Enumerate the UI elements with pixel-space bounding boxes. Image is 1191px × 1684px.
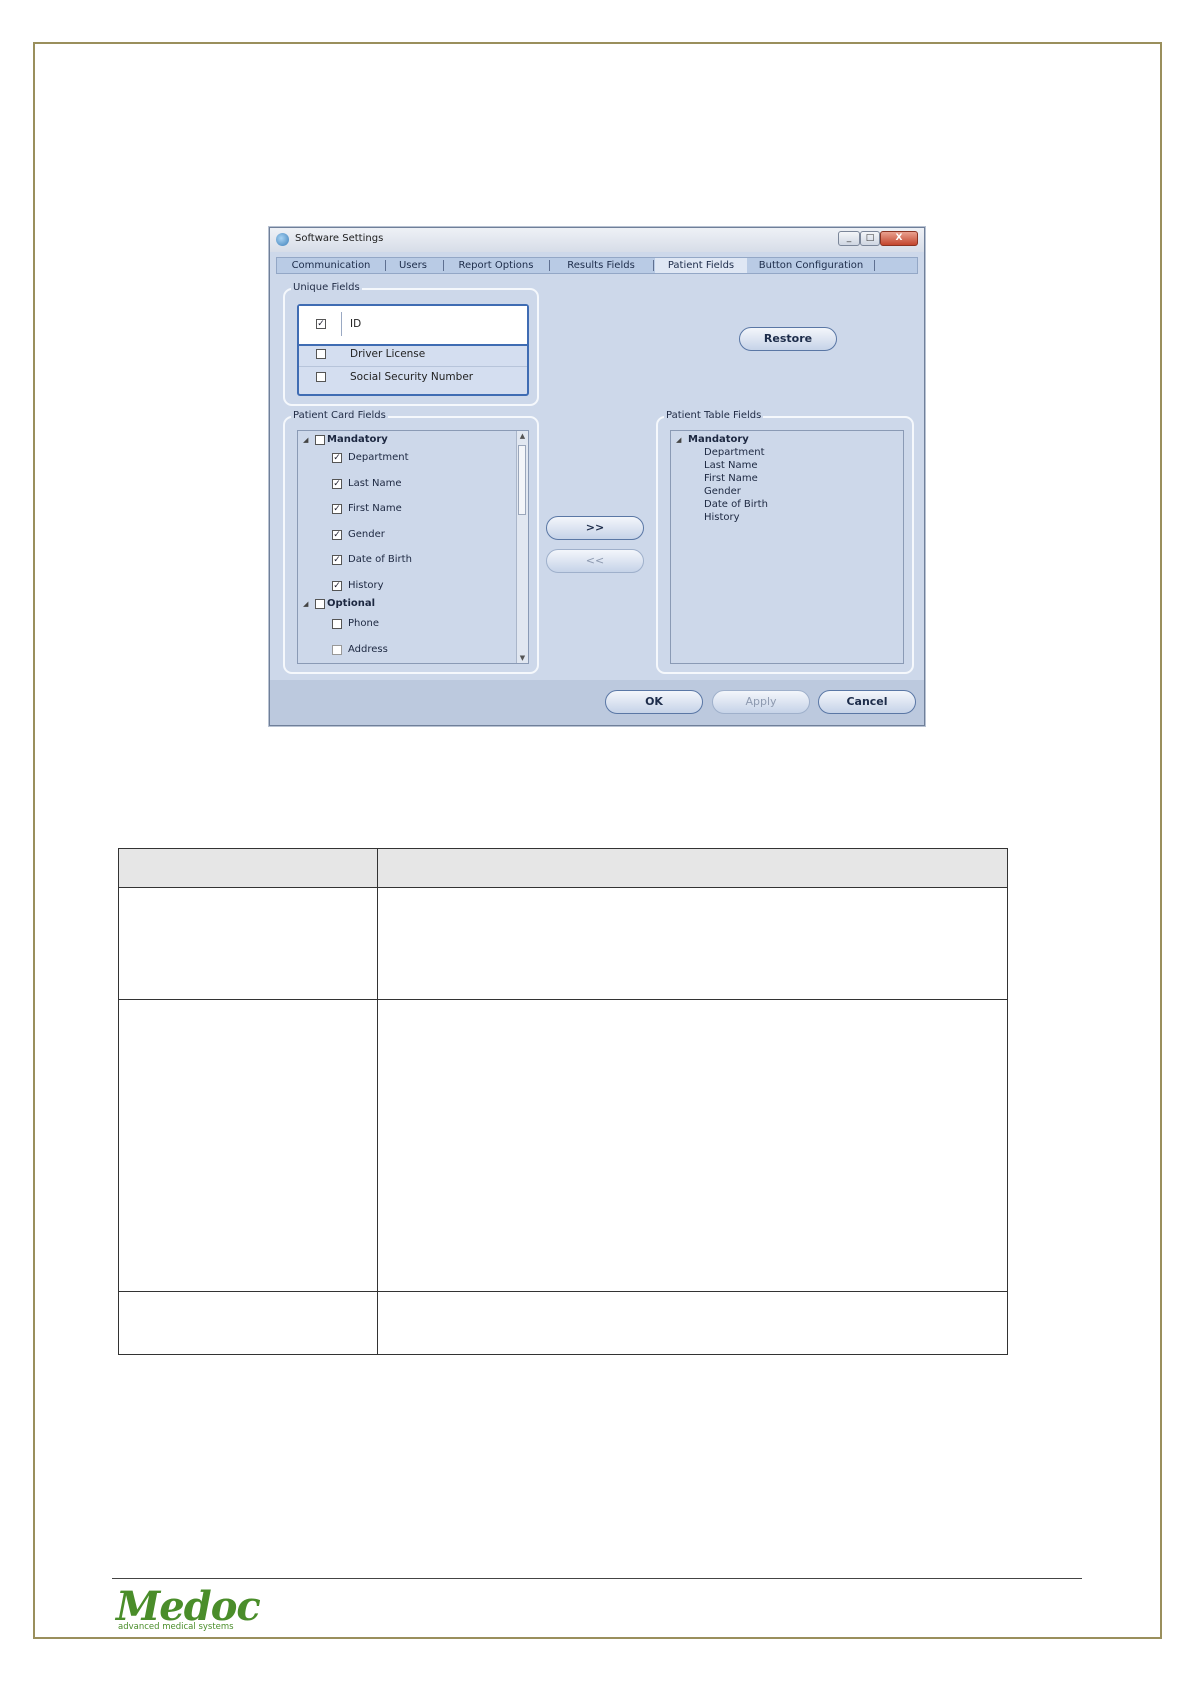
minimize-button[interactable]: _ [838, 231, 860, 246]
patient-table-fields-tree[interactable]: ◢ Mandatory Department Last Name First N… [670, 430, 904, 664]
card-field-gender: Gender [348, 529, 385, 540]
unique-field-ssn[interactable]: Social Security Number [299, 367, 527, 389]
card-field-department: Department [348, 452, 409, 463]
scroll-up-icon[interactable]: ▲ [517, 432, 528, 440]
tab-communication[interactable]: Communication [279, 258, 383, 273]
fields-description-table [118, 848, 1008, 1355]
gender-checkbox[interactable] [332, 530, 342, 540]
card-field-phone: Phone [348, 618, 379, 629]
card-field-date-of-birth: Date of Birth [348, 554, 412, 565]
tab-patient-fields[interactable]: Patient Fields [655, 258, 747, 273]
move-right-button[interactable]: >> [546, 516, 644, 540]
department-checkbox[interactable] [332, 453, 342, 463]
table-row [118, 1291, 1008, 1355]
ssn-checkbox[interactable] [316, 372, 326, 382]
last-name-checkbox[interactable] [332, 479, 342, 489]
table-cell [377, 887, 1008, 1000]
footer-divider [112, 1578, 1082, 1579]
apply-button[interactable]: Apply [712, 690, 810, 714]
table-header-cell [118, 848, 378, 888]
unique-field-id[interactable]: ID [299, 306, 527, 346]
table-cell [118, 999, 378, 1292]
table-cell [377, 999, 1008, 1292]
card-field-history: History [348, 580, 384, 591]
tab-results-fields[interactable]: Results Fields [551, 258, 651, 273]
phone-checkbox[interactable] [332, 619, 342, 629]
table-mandatory-label: Mandatory [688, 434, 749, 445]
mandatory-checkbox[interactable] [315, 435, 325, 445]
table-field-gender: Gender [704, 486, 741, 497]
restore-button[interactable]: Restore [739, 327, 837, 351]
unique-fields-label: Unique Fields [291, 282, 362, 293]
table-cell [377, 1291, 1008, 1355]
table-field-first-name: First Name [704, 473, 758, 484]
patient-card-fields-label: Patient Card Fields [291, 410, 388, 421]
tab-users[interactable]: Users [387, 258, 439, 273]
maximize-button[interactable]: □ [860, 231, 880, 246]
table-header-cell [377, 848, 1008, 888]
table-cell [118, 1291, 378, 1355]
medoc-logo-tagline: advanced medical systems [118, 1622, 234, 1632]
scroll-down-icon[interactable]: ▼ [517, 654, 528, 662]
optional-checkbox[interactable] [315, 599, 325, 609]
card-field-last-name: Last Name [348, 478, 402, 489]
expand-triangle-icon[interactable]: ◢ [303, 436, 308, 444]
table-field-date-of-birth: Date of Birth [704, 499, 768, 510]
mandatory-group-label: Mandatory [327, 434, 388, 445]
history-checkbox[interactable] [332, 581, 342, 591]
expand-triangle-icon[interactable]: ◢ [676, 436, 681, 444]
dialog-title: Software Settings [295, 233, 384, 244]
cancel-button[interactable]: Cancel [818, 690, 916, 714]
close-button[interactable]: X [880, 231, 918, 246]
unique-fields-list: ID Driver License Social Security Number [297, 304, 529, 396]
patient-card-fields-tree[interactable]: ◢ Mandatory Department Last Name First N… [297, 430, 529, 664]
table-field-department: Department [704, 447, 765, 458]
first-name-checkbox[interactable] [332, 504, 342, 514]
card-field-first-name: First Name [348, 503, 402, 514]
app-icon [276, 233, 289, 246]
driver-license-checkbox[interactable] [316, 349, 326, 359]
table-cell [118, 887, 378, 1000]
scroll-thumb[interactable] [518, 445, 526, 515]
driver-license-label: Driver License [350, 348, 426, 360]
table-header-row [118, 848, 1008, 888]
dialog-button-bar: OK Apply Cancel [270, 680, 924, 725]
address-checkbox[interactable] [332, 645, 342, 655]
tab-report-options[interactable]: Report Options [445, 258, 547, 273]
card-field-address: Address [348, 644, 388, 655]
title-bar: Software Settings _ □ X [270, 228, 924, 252]
tab-button-configuration[interactable]: Button Configuration [749, 258, 873, 273]
tab-bar: Communication Users Report Options Resul… [276, 257, 918, 274]
date-of-birth-checkbox[interactable] [332, 555, 342, 565]
id-checkbox[interactable] [316, 319, 326, 329]
table-row [118, 887, 1008, 1000]
move-left-button[interactable]: << [546, 549, 644, 573]
vertical-scrollbar[interactable]: ▲ ▼ [516, 431, 528, 663]
table-row [118, 999, 1008, 1292]
table-field-history: History [704, 512, 740, 523]
ok-button[interactable]: OK [605, 690, 703, 714]
software-settings-dialog: Software Settings _ □ X Communication Us… [269, 227, 925, 726]
ssn-label: Social Security Number [350, 371, 474, 383]
optional-group-label: Optional [327, 598, 376, 609]
patient-table-fields-label: Patient Table Fields [664, 410, 764, 421]
expand-triangle-icon[interactable]: ◢ [303, 600, 308, 608]
id-label: ID [350, 318, 362, 330]
unique-field-driver-license[interactable]: Driver License [299, 344, 527, 366]
table-field-last-name: Last Name [704, 460, 758, 471]
